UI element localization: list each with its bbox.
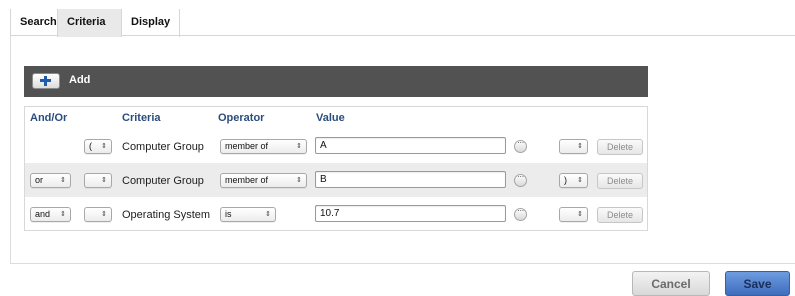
criteria-label: Computer Group xyxy=(122,141,204,153)
save-button[interactable]: Save xyxy=(725,271,790,296)
cancel-button[interactable]: Cancel xyxy=(632,271,710,296)
select-arrow-icon: ⇕ xyxy=(577,177,583,184)
select-arrow-icon: ⇕ xyxy=(577,211,583,218)
tab-display[interactable]: Display xyxy=(122,9,180,37)
select-arrow-icon: ⇕ xyxy=(60,211,66,218)
criteria-table: And/Or Criteria Operator Value (⇕ Comput… xyxy=(24,106,648,231)
criteria-row: or ⇕ ⇕ Computer Group member of ⇕ B ··· ) ⇕… xyxy=(25,163,647,197)
and-or-select[interactable]: or ⇕ xyxy=(30,173,71,188)
select-arrow-icon: ⇕ xyxy=(296,143,302,150)
criteria-label: Computer Group xyxy=(122,175,204,187)
add-label: Add xyxy=(69,74,91,86)
tab-search[interactable]: Search xyxy=(10,9,58,37)
add-toolbar: Add xyxy=(24,66,648,97)
operator-select[interactable]: member of ⇕ xyxy=(220,139,307,154)
ellipsis-icon: ··· xyxy=(517,138,524,147)
open-paren-select[interactable]: (⇕ xyxy=(84,139,112,154)
delete-button[interactable]: Delete xyxy=(597,207,643,223)
select-arrow-icon: ⇕ xyxy=(101,211,107,218)
ellipsis-icon: ··· xyxy=(517,206,524,215)
header-and-or: And/Or xyxy=(30,112,68,124)
select-arrow-icon: ⇕ xyxy=(60,177,66,184)
criteria-label: Operating System xyxy=(122,209,211,221)
header-criteria: Criteria xyxy=(122,112,161,124)
select-arrow-icon: ⇕ xyxy=(577,143,583,150)
ellipsis-icon: ··· xyxy=(517,172,524,181)
criteria-row: and ⇕ ⇕ Operating System is ⇕ 10.7 ··· ⇕ D… xyxy=(25,197,647,231)
tab-bar: Search Criteria Display xyxy=(10,9,795,37)
browse-button[interactable]: ··· xyxy=(514,172,527,187)
value-input[interactable]: A xyxy=(315,137,506,154)
tab-criteria[interactable]: Criteria xyxy=(58,9,122,37)
close-paren-select[interactable]: ⇕ xyxy=(559,207,588,222)
close-paren-select[interactable]: ) ⇕ xyxy=(559,173,588,188)
select-arrow-icon: ⇕ xyxy=(296,177,302,184)
open-paren-select[interactable]: ⇕ xyxy=(84,173,112,188)
delete-button[interactable]: Delete xyxy=(597,139,643,155)
and-or-select[interactable]: and ⇕ xyxy=(30,207,71,222)
header-value: Value xyxy=(316,112,345,124)
select-arrow-icon: ⇕ xyxy=(101,143,107,150)
select-arrow-icon: ⇕ xyxy=(101,177,107,184)
close-paren-select[interactable]: ⇕ xyxy=(559,139,588,154)
plus-icon xyxy=(33,74,59,88)
operator-select[interactable]: member of ⇕ xyxy=(220,173,307,188)
criteria-row: (⇕ Computer Group member of ⇕ A ··· ⇕ Del… xyxy=(25,129,647,163)
header-operator: Operator xyxy=(218,112,265,124)
delete-button[interactable]: Delete xyxy=(597,173,643,189)
value-input[interactable]: B xyxy=(315,171,506,188)
add-button[interactable] xyxy=(32,73,60,89)
value-input[interactable]: 10.7 xyxy=(315,205,506,222)
open-paren-select[interactable]: ⇕ xyxy=(84,207,112,222)
select-arrow-icon: ⇕ xyxy=(265,211,271,218)
browse-button[interactable]: ··· xyxy=(514,138,527,153)
browse-button[interactable]: ··· xyxy=(514,206,527,221)
operator-select[interactable]: is ⇕ xyxy=(220,207,276,222)
